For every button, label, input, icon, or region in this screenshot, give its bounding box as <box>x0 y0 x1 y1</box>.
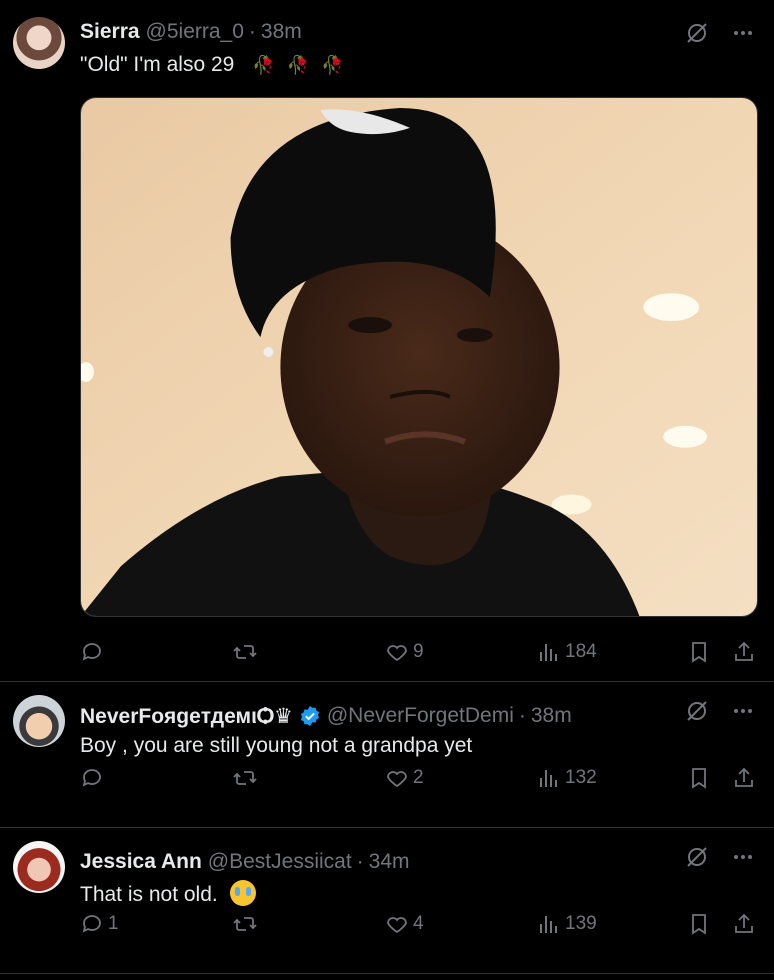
author-handle[interactable]: @NeverForgetDemi <box>327 704 514 728</box>
bookmark-button[interactable] <box>687 638 711 666</box>
tweet-header: NeverFoяgeтдемιѺ♛ @NeverForgetDemi · 38m <box>80 704 774 728</box>
timestamp[interactable]: 38m <box>531 704 572 728</box>
tweet-media-image[interactable] <box>80 97 758 617</box>
heart-icon <box>387 645 407 662</box>
author-handle[interactable]: @5ierra_0 <box>146 20 244 44</box>
like-count: 2 <box>413 767 424 788</box>
view-count: 139 <box>565 913 597 934</box>
author-name[interactable]: NeverFoяgeтдемιѺ♛ <box>80 704 293 729</box>
like-count: 4 <box>413 913 424 934</box>
wilted-flower-icon: 🥀 <box>321 54 344 75</box>
tweet-actions: 1 4 139 <box>80 910 758 938</box>
tweet-top-actions <box>684 844 756 870</box>
share-button[interactable] <box>732 910 756 938</box>
views-icon <box>540 916 557 933</box>
views-icon <box>540 770 557 787</box>
bookmark-icon <box>692 914 706 935</box>
separator-dot: · <box>248 20 256 43</box>
tweet-top-actions <box>684 698 756 724</box>
grok-icon[interactable] <box>684 20 710 46</box>
tweet-header: Jessica Ann @BestJessiicat · 34m <box>80 850 774 874</box>
retweet-icon <box>233 645 257 659</box>
crying-face-icon <box>229 880 256 906</box>
wilted-flower-icon: 🥀 <box>286 54 309 75</box>
share-icon <box>735 913 753 933</box>
reply-button[interactable]: 1 <box>80 910 119 938</box>
bookmark-icon <box>692 642 706 663</box>
more-options-icon[interactable] <box>730 20 756 46</box>
retweet-button[interactable] <box>232 638 258 666</box>
author-handle[interactable]: @BestJessiicat <box>208 850 352 874</box>
avatar[interactable] <box>13 695 65 747</box>
bookmark-icon <box>692 768 706 789</box>
views-icon <box>540 644 557 661</box>
tweet-text: "Old" I'm also 29 🥀 🥀 🥀 <box>80 53 343 77</box>
like-button[interactable]: 2 <box>385 764 424 792</box>
tweet-actions: 2 132 <box>80 764 758 792</box>
heart-icon <box>387 771 407 788</box>
tweet-text-content: "Old" I'm also 29 <box>80 53 235 76</box>
wilted-flower-emoji-group: 🥀 🥀 🥀 <box>252 55 343 76</box>
tweet-3[interactable]: Jessica Ann @BestJessiicat · 34m That is… <box>0 828 774 974</box>
bookmark-button[interactable] <box>687 764 711 792</box>
verified-badge-icon <box>299 705 321 727</box>
share-icon <box>735 641 753 661</box>
more-options-icon[interactable] <box>730 698 756 724</box>
reply-icon <box>82 915 101 933</box>
separator-dot: · <box>356 850 364 873</box>
views-button[interactable]: 139 <box>537 910 597 938</box>
reply-button[interactable] <box>80 764 108 792</box>
wilted-flower-icon: 🥀 <box>252 54 275 75</box>
like-button[interactable]: 4 <box>385 910 424 938</box>
grok-icon[interactable] <box>684 698 710 724</box>
tweet-text: That is not old. <box>80 880 256 907</box>
avatar[interactable] <box>13 17 65 69</box>
share-icon <box>735 767 753 787</box>
reply-button[interactable] <box>80 638 108 666</box>
timestamp[interactable]: 38m <box>261 20 302 44</box>
tweet-text-content: That is not old. <box>80 883 218 906</box>
view-count: 184 <box>565 641 597 662</box>
views-button[interactable]: 184 <box>537 638 597 666</box>
retweet-icon <box>233 917 257 931</box>
separator-dot: · <box>518 704 526 727</box>
share-button[interactable] <box>732 764 756 792</box>
view-count: 132 <box>565 767 597 788</box>
views-button[interactable]: 132 <box>537 764 597 792</box>
tweet-2[interactable]: NeverFoяgeтдемιѺ♛ @NeverForgetDemi · 38m… <box>0 682 774 828</box>
tweet-top-actions <box>684 20 756 46</box>
retweet-icon <box>233 771 257 785</box>
tweet-text: Boy , you are still young not a grandpa … <box>80 734 473 757</box>
share-button[interactable] <box>732 638 756 666</box>
retweet-button[interactable] <box>232 910 258 938</box>
avatar[interactable] <box>13 841 65 893</box>
heart-icon <box>387 917 407 934</box>
bookmark-button[interactable] <box>687 910 711 938</box>
grok-icon[interactable] <box>684 844 710 870</box>
reply-icon <box>82 769 101 787</box>
like-count: 9 <box>413 641 424 662</box>
tweet-actions: 9 184 <box>80 638 758 666</box>
like-button[interactable]: 9 <box>385 638 424 666</box>
timestamp[interactable]: 34m <box>369 850 410 874</box>
reply-icon <box>82 643 101 661</box>
tweet-header: Sierra @5ierra_0 · 38m <box>80 20 774 44</box>
tweet-1[interactable]: Sierra @5ierra_0 · 38m "Old" I'm also 29… <box>0 0 774 682</box>
author-name[interactable]: Jessica Ann <box>80 850 202 874</box>
reply-count: 1 <box>108 913 119 934</box>
retweet-button[interactable] <box>232 764 258 792</box>
more-options-icon[interactable] <box>730 844 756 870</box>
author-name[interactable]: Sierra <box>80 20 140 44</box>
